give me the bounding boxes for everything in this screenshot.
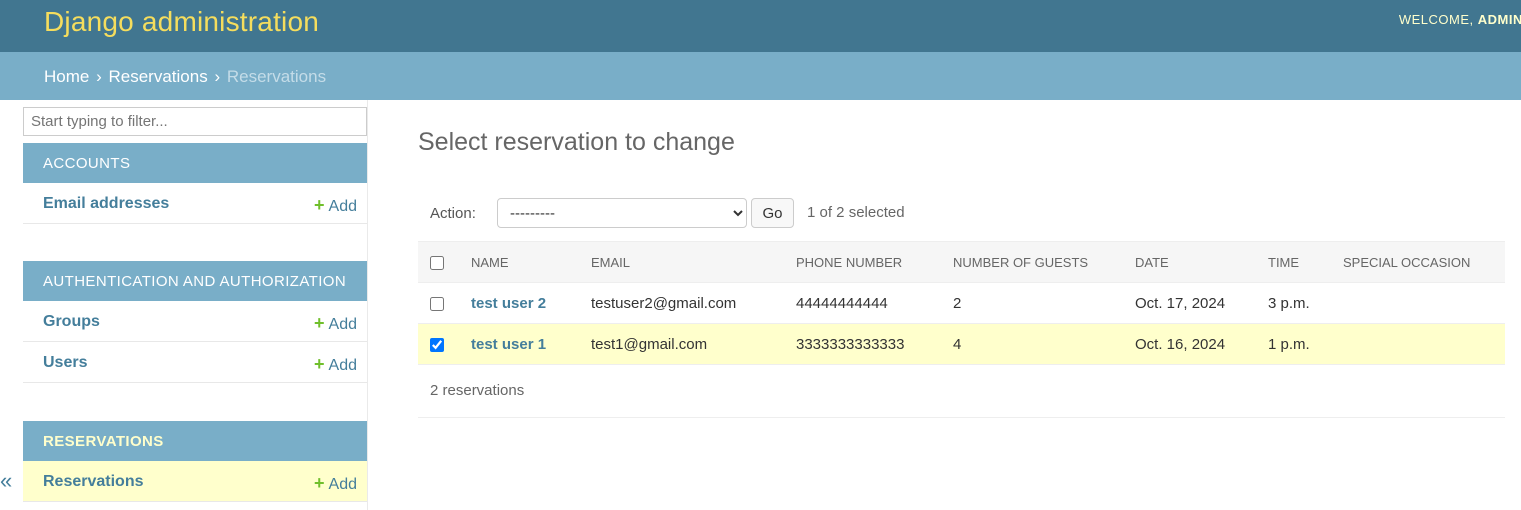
sidebar-item-reservations: Reservations + Add (23, 461, 367, 502)
model-link[interactable]: Users (43, 354, 87, 372)
breadcrumb-separator: › (96, 67, 102, 86)
actions-bar: Action: --------- Go 1 of 2 selected (418, 198, 1505, 230)
user-tools: WELCOME, ADMIN. (1399, 12, 1521, 27)
action-label: Action: (430, 205, 476, 222)
plus-icon: + (314, 354, 325, 374)
module-accounts: Accounts Email addresses + Add (23, 143, 367, 224)
column-header-date[interactable]: Date (1135, 241, 1268, 283)
phone-cell: 44444444444 (796, 282, 953, 324)
column-header-time[interactable]: Time (1268, 241, 1343, 283)
breadcrumb-separator: › (214, 67, 221, 86)
table-row: test user 2 testuser2@gmail.com 44444444… (418, 282, 1505, 324)
nav-filter-input[interactable] (23, 107, 367, 136)
email-cell: testuser2@gmail.com (591, 282, 796, 324)
module-caption[interactable]: Reservations (23, 421, 367, 461)
model-link[interactable]: Reservations (43, 473, 144, 491)
plus-icon: + (314, 195, 325, 215)
add-label: Add (328, 357, 357, 374)
paginator: 2 reservations (418, 365, 1505, 418)
column-header-occasion[interactable]: Special occasion (1343, 241, 1505, 283)
selection-counter: 1 of 2 selected (807, 204, 905, 221)
module-caption[interactable]: Accounts (23, 143, 367, 183)
email-cell: test1@gmail.com (591, 323, 796, 365)
date-cell: Oct. 16, 2024 (1135, 323, 1268, 365)
plus-icon: + (314, 313, 325, 333)
guests-cell: 2 (953, 282, 1135, 324)
plus-icon: + (314, 473, 325, 493)
page-title: Select reservation to change (418, 128, 735, 156)
toggle-nav-sidebar-button[interactable]: « (0, 468, 18, 494)
name-cell: test user 2 (471, 282, 591, 324)
row-select-cell (418, 323, 471, 365)
add-user-button[interactable]: + Add (314, 354, 357, 375)
breadcrumb-current: Reservations (226, 67, 327, 86)
name-cell: test user 1 (471, 323, 591, 365)
add-label: Add (328, 476, 357, 493)
module-reservations: Reservations Reservations + Add (23, 421, 367, 502)
sidebar-item-groups: Groups + Add (23, 301, 367, 342)
occasion-cell (1343, 323, 1505, 365)
add-label: Add (328, 198, 357, 215)
sidebar-item-users: Users + Add (23, 342, 367, 383)
row-checkbox[interactable] (430, 337, 444, 352)
column-select-all (418, 241, 471, 283)
results-table: Name Email Phone number Number of guests… (418, 241, 1505, 365)
time-cell: 1 p.m. (1268, 323, 1343, 365)
add-group-button[interactable]: + Add (314, 313, 357, 334)
module-caption[interactable]: Authentication and Authorization (23, 261, 367, 301)
date-cell: Oct. 17, 2024 (1135, 282, 1268, 324)
welcome-text: WELCOME, (1398, 12, 1474, 27)
column-header-name[interactable]: Name (471, 241, 591, 283)
action-select[interactable]: --------- (497, 198, 747, 228)
nav-sidebar: Accounts Email addresses +Add Authentica… (22, 100, 368, 510)
add-label: Add (328, 316, 357, 333)
module-auth: Authentication and Authorization Groups … (23, 261, 367, 383)
occasion-cell (1343, 282, 1505, 324)
table-header-row: Name Email Phone number Number of guests… (418, 241, 1505, 283)
username: ADMIN. (1477, 12, 1521, 27)
column-header-phone[interactable]: Phone number (796, 241, 953, 283)
site-name[interactable]: Django administration (44, 6, 319, 38)
row-select-cell (418, 282, 471, 324)
phone-cell: 3333333333333 (796, 323, 953, 365)
breadcrumb: Home › Reservations › Reservations (0, 52, 1521, 100)
guests-cell: 4 (953, 323, 1135, 365)
model-link[interactable]: Email addresses (43, 195, 169, 213)
sidebar-item-email-addresses: Email addresses + Add (23, 183, 367, 224)
row-checkbox[interactable] (430, 296, 444, 311)
breadcrumb-home[interactable]: Home (44, 67, 89, 86)
column-header-email[interactable]: Email (591, 241, 796, 283)
add-reservation-button[interactable]: + Add (314, 473, 357, 494)
reservation-link[interactable]: test user 1 (471, 336, 546, 353)
reservation-link[interactable]: test user 2 (471, 295, 546, 312)
add-email-address-button[interactable]: + Add (314, 195, 357, 216)
go-button[interactable]: Go (751, 198, 794, 228)
table-row: test user 1 test1@gmail.com 333333333333… (418, 323, 1505, 365)
site-header: Django administration WELCOME, ADMIN. (0, 0, 1521, 52)
breadcrumb-app[interactable]: Reservations (109, 67, 208, 86)
model-link[interactable]: Groups (43, 313, 100, 331)
time-cell: 3 p.m. (1268, 282, 1343, 324)
select-all-checkbox[interactable] (430, 255, 444, 270)
column-header-guests[interactable]: Number of guests (953, 241, 1135, 283)
